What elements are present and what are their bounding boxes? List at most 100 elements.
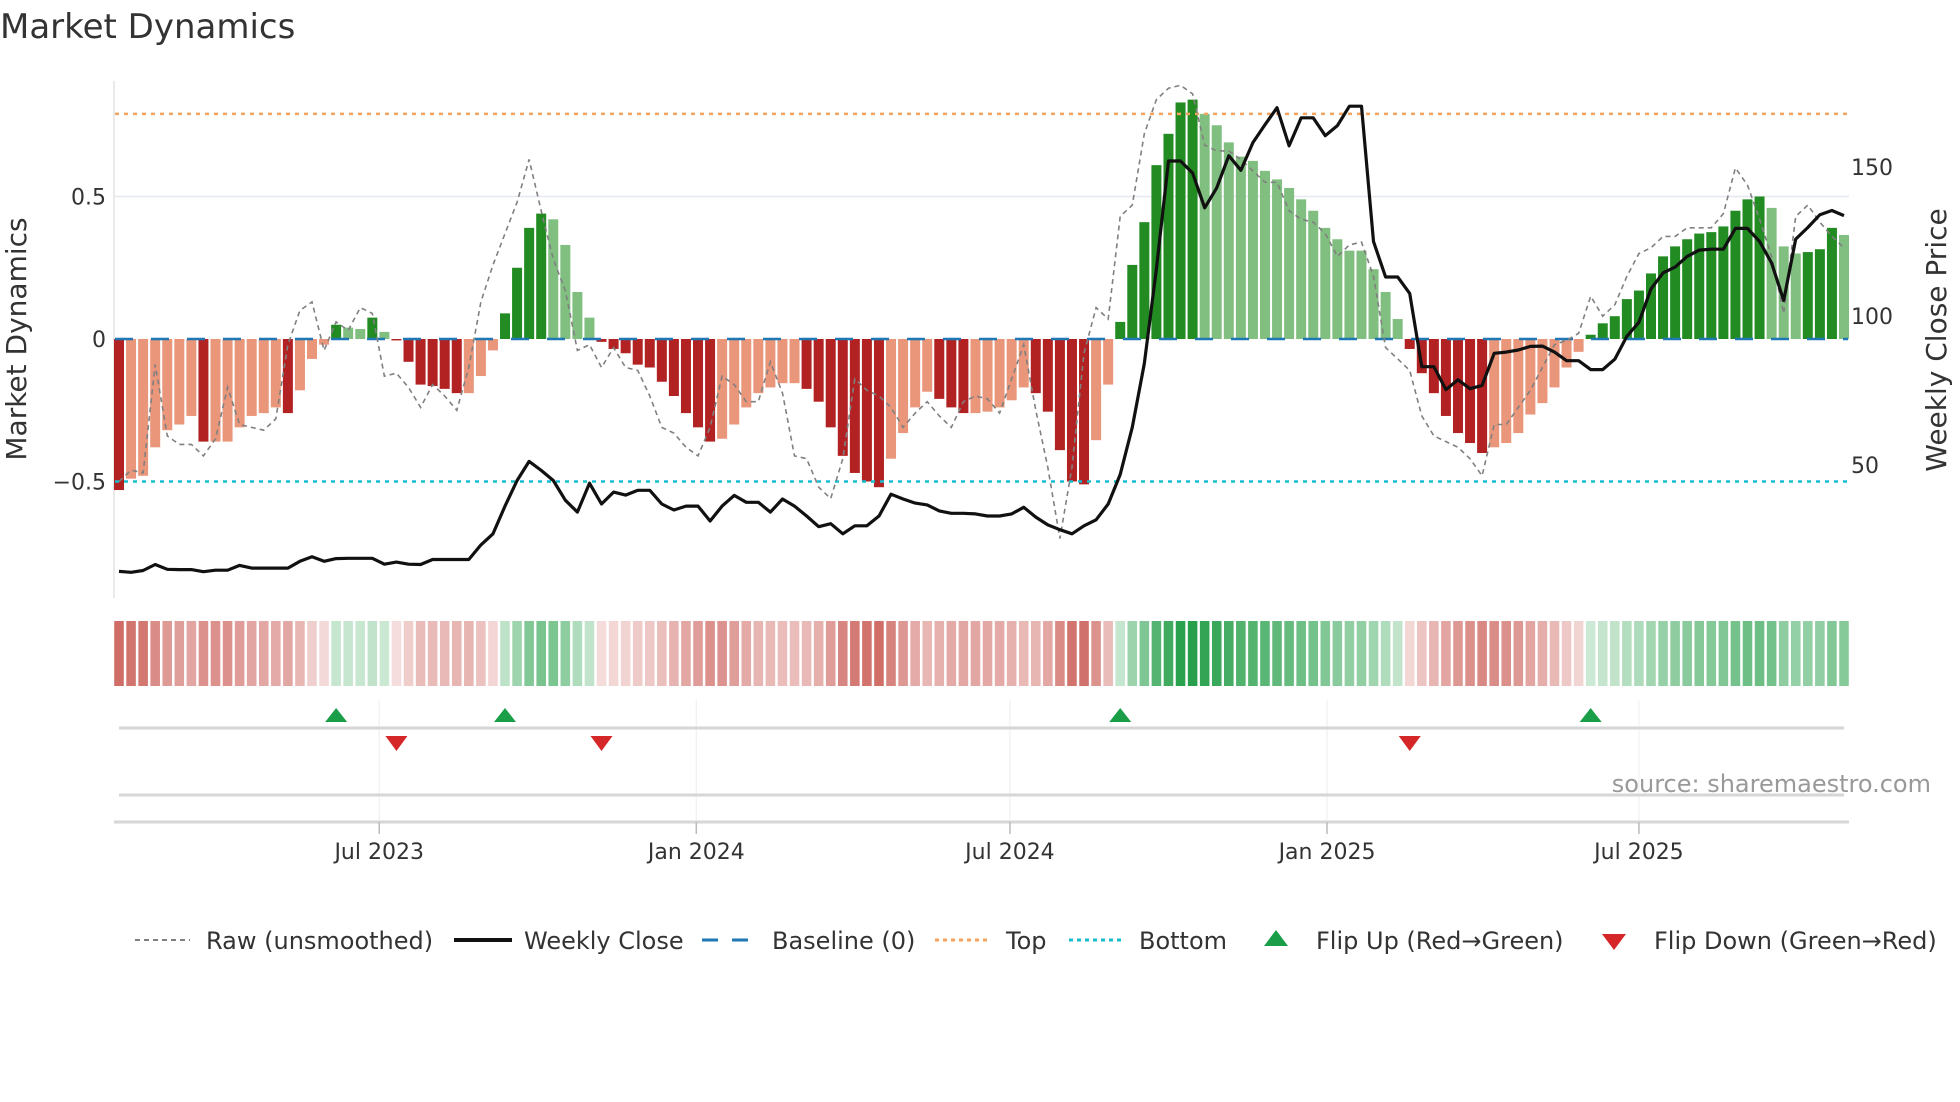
dynamics-bar <box>801 339 812 389</box>
heat-cell <box>632 621 643 686</box>
dynamics-bar <box>620 339 631 354</box>
heat-cell <box>813 621 824 686</box>
heat-cell <box>1163 621 1174 686</box>
dynamics-bar <box>524 227 535 339</box>
dynamics-bar <box>1790 253 1801 339</box>
dynamics-bar <box>1151 165 1162 339</box>
dynamics-bar <box>512 267 523 339</box>
heat-cell <box>970 621 981 686</box>
dynamics-bar <box>1802 252 1813 339</box>
flip-up-marker <box>1109 708 1132 722</box>
heat-cell <box>548 621 559 686</box>
heat-cell <box>1260 621 1270 686</box>
dynamics-bar <box>451 339 462 394</box>
legend-flip-down-icon <box>1602 934 1626 950</box>
dynamics-bar <box>922 339 933 392</box>
heat-cell <box>657 621 667 686</box>
dynamics-bar <box>1742 199 1753 339</box>
heat-cell <box>1766 621 1777 686</box>
heat-cell <box>1730 621 1741 686</box>
dynamics-bar <box>415 339 426 385</box>
heat-cell <box>572 621 583 686</box>
heat-cell <box>464 621 474 686</box>
heat-cell <box>1199 621 1210 686</box>
dynamics-bar <box>705 339 716 442</box>
heat-cell <box>186 621 197 686</box>
dynamics-bar <box>1127 264 1138 339</box>
dynamics-bar <box>1054 339 1065 451</box>
heat-cell <box>126 621 136 686</box>
heat-cell <box>1718 621 1729 686</box>
dynamics-bar <box>1187 99 1198 339</box>
dynamics-bar <box>427 339 438 387</box>
heat-cell <box>765 621 776 686</box>
heat-cell <box>1417 621 1427 686</box>
dynamics-bar <box>1259 170 1270 339</box>
dynamics-bar <box>910 339 921 408</box>
heat-cell <box>391 621 402 686</box>
heat-cell <box>1211 621 1222 686</box>
dynamics-bar <box>282 339 293 414</box>
dynamics-bar <box>1103 339 1114 385</box>
heat-cell <box>1682 621 1692 686</box>
heat-cell <box>789 621 800 686</box>
dynamics-bar <box>258 339 269 414</box>
chart-title: Market Dynamics <box>0 7 295 47</box>
heat-cell <box>1187 621 1198 686</box>
heat-cell <box>1079 621 1089 686</box>
heat-cell <box>560 621 571 686</box>
dynamics-bar <box>1091 339 1102 441</box>
dynamics-bar <box>668 339 679 396</box>
heat-cell <box>319 621 329 686</box>
heat-cell <box>138 621 148 686</box>
dynamics-bar <box>198 339 209 442</box>
dynamics-bar <box>1670 246 1681 339</box>
y2-tick-label: 100 <box>1851 305 1893 330</box>
heat-cell <box>500 621 510 686</box>
heat-cell <box>693 621 703 686</box>
dynamics-bar <box>1199 113 1210 339</box>
y2-axis-label: Weekly Close Price <box>1920 208 1953 471</box>
heat-cell <box>644 621 655 686</box>
heat-cell <box>1115 621 1126 686</box>
dynamics-bar <box>307 339 318 359</box>
dynamics-bar <box>1223 142 1234 339</box>
heat-cell <box>198 621 209 686</box>
heat-cell <box>777 621 788 686</box>
heat-cell <box>451 621 462 686</box>
heat-cell <box>355 621 366 686</box>
legend-baseline-label: Baseline (0) <box>772 927 915 955</box>
y2-tick-label: 150 <box>1851 156 1893 181</box>
legend-top-label: Top <box>1005 927 1047 955</box>
reference-lines <box>115 112 1848 483</box>
dynamics-bar <box>294 339 305 391</box>
dynamics-bar <box>1320 227 1331 339</box>
legend-flip-down-label: Flip Down (Green→Red) <box>1654 927 1937 955</box>
legend-flip-up-icon <box>1264 930 1288 946</box>
heat-cell <box>1501 621 1512 686</box>
heat-cell <box>512 621 522 686</box>
x-tick-label: Jan 2025 <box>1277 840 1376 865</box>
bar-series <box>114 99 1849 491</box>
heat-cell <box>307 621 317 686</box>
axes-layer: Jul 2023 Jan 2024 Jul 2024 Jan 2025 Jul 2025… <box>53 156 1893 865</box>
heat-cell <box>1453 621 1463 686</box>
dynamics-bar <box>1247 160 1258 339</box>
heat-cell <box>283 621 293 686</box>
flip-up-marker <box>325 708 348 722</box>
heat-cell <box>174 621 185 686</box>
heat-cell <box>717 621 727 686</box>
heat-cell <box>1742 621 1753 686</box>
flip-down-marker <box>385 736 408 751</box>
dynamics-bar <box>837 339 848 456</box>
dynamics-bar <box>741 339 752 408</box>
heat-cell <box>801 621 812 686</box>
dynamics-bar <box>1573 339 1584 352</box>
heat-cell <box>922 621 932 686</box>
heat-cell <box>1308 621 1319 686</box>
heat-cell <box>1778 621 1789 686</box>
heat-cell <box>1236 621 1246 686</box>
dynamics-bar <box>1380 291 1391 339</box>
dynamics-bar <box>186 339 197 416</box>
dynamics-bar <box>1211 125 1222 339</box>
